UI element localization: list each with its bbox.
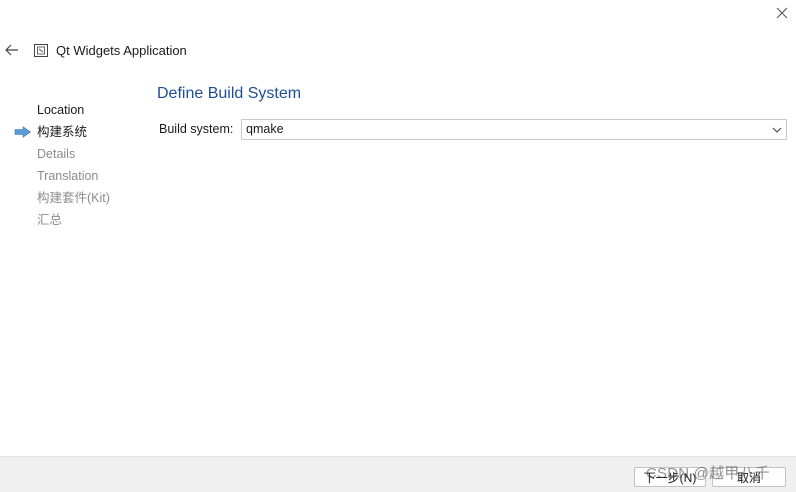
current-step-arrow-icon: [14, 126, 32, 138]
cancel-button[interactable]: 取消: [712, 467, 786, 487]
step-label: Details: [37, 147, 76, 161]
cancel-button-label: 取消: [736, 470, 761, 485]
step-summary: 汇总: [0, 209, 140, 231]
step-location: Location: [0, 99, 140, 121]
next-button-label: 下一步(N): [643, 470, 697, 485]
build-system-combobox[interactable]: qmake: [241, 119, 787, 140]
close-icon: [776, 7, 788, 19]
wizard-footer: 下一步(N) 取消: [0, 456, 796, 492]
step-translation: Translation: [0, 165, 140, 187]
next-button[interactable]: 下一步(N): [634, 467, 706, 487]
wizard-steps: Location 构建系统 Details Translation 构建套件(K…: [0, 99, 140, 231]
qt-app-icon: [34, 44, 48, 57]
wizard-window: Qt Widgets Application Location 构建系统 Det…: [0, 0, 796, 492]
back-arrow-icon: [5, 44, 18, 56]
build-system-label: Build system:: [159, 122, 234, 136]
page-title: Define Build System: [157, 85, 302, 102]
step-details: Details: [0, 143, 140, 165]
step-kits: 构建套件(Kit): [0, 187, 140, 209]
wizard-header: Qt Widgets Application: [0, 38, 400, 64]
back-button[interactable]: [3, 41, 21, 59]
close-button[interactable]: [771, 2, 793, 24]
build-system-row: Build system: qmake: [159, 119, 789, 140]
step-build-system: 构建系统: [0, 121, 140, 143]
step-label: Location: [37, 103, 85, 117]
step-label: 构建系统: [37, 125, 88, 139]
chevron-down-icon: [772, 127, 782, 133]
step-label: Translation: [37, 169, 99, 183]
wizard-title: Qt Widgets Application: [56, 43, 187, 58]
step-label: 汇总: [37, 213, 63, 227]
step-label: 构建套件(Kit): [37, 191, 110, 205]
build-system-value: qmake: [246, 122, 284, 136]
